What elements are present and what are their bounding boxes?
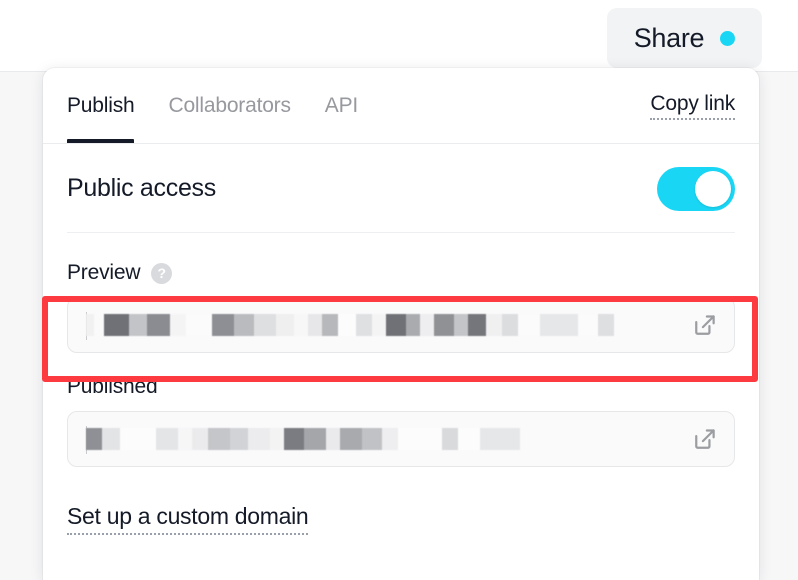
redacted-block	[178, 428, 192, 450]
redacted-block	[248, 428, 270, 450]
popover-body: Public access Preview ? Published Set up…	[43, 144, 759, 535]
redacted-block	[230, 428, 248, 450]
redacted-block	[386, 314, 406, 336]
open-preview-external-icon[interactable]	[690, 310, 720, 340]
redacted-block	[129, 314, 147, 336]
published-heading: Published	[67, 353, 735, 411]
redacted-block	[442, 428, 458, 450]
redacted-block	[94, 314, 104, 336]
redacted-block	[420, 314, 434, 336]
redacted-block	[276, 314, 294, 336]
preview-heading: Preview ?	[67, 233, 735, 297]
redacted-block	[502, 314, 518, 336]
redacted-block	[270, 428, 284, 450]
tab-api[interactable]: API	[325, 68, 358, 144]
redacted-block	[294, 314, 308, 336]
tab-publish-label: Publish	[67, 94, 135, 117]
custom-domain-link[interactable]: Set up a custom domain	[67, 503, 309, 535]
redacted-block	[186, 314, 212, 336]
redacted-block	[540, 314, 578, 336]
redacted-block	[254, 314, 276, 336]
tab-collaborators-label: Collaborators	[168, 94, 291, 117]
redacted-block	[356, 314, 372, 336]
redacted-block	[120, 428, 156, 450]
redacted-block	[208, 428, 230, 450]
custom-domain-link-label: Set up a custom domain	[67, 503, 309, 529]
redacted-block	[212, 314, 234, 336]
public-access-toggle[interactable]	[657, 166, 735, 211]
redacted-block	[406, 314, 420, 336]
preview-url-field[interactable]	[67, 297, 735, 353]
redacted-block	[598, 314, 614, 336]
published-url-field[interactable]	[67, 411, 735, 467]
redacted-block	[434, 314, 454, 336]
tab-publish[interactable]: Publish	[67, 68, 135, 144]
tab-api-label: API	[324, 94, 359, 117]
redacted-block	[170, 314, 186, 336]
redacted-block	[340, 428, 362, 450]
redacted-block	[304, 428, 326, 450]
redacted-block	[192, 428, 208, 450]
share-popover: Publish Collaborators API Copy link Publ…	[43, 68, 759, 580]
redacted-block	[338, 314, 356, 336]
help-question-icon[interactable]: ?	[151, 262, 173, 284]
redacted-block	[86, 314, 94, 336]
preview-label: Preview	[67, 261, 141, 284]
redacted-block	[322, 314, 338, 336]
tab-collaborators[interactable]: Collaborators	[168, 68, 290, 144]
published-label: Published	[67, 375, 158, 398]
redacted-block	[104, 314, 129, 336]
redacted-block	[518, 314, 540, 336]
screen: Share Publish Collaborators API Copy lin…	[0, 0, 798, 580]
redacted-block	[458, 428, 480, 450]
redacted-block	[147, 314, 170, 336]
redacted-block	[454, 314, 468, 336]
tab-list: Publish Collaborators API	[67, 68, 358, 144]
share-button[interactable]: Share	[607, 8, 762, 68]
redacted-block	[382, 428, 398, 450]
redacted-block	[468, 314, 486, 336]
redacted-block	[362, 428, 382, 450]
preview-url-redacted-value	[86, 314, 680, 336]
redacted-block	[234, 314, 254, 336]
redacted-block	[480, 428, 520, 450]
public-access-row: Public access	[67, 144, 735, 233]
published-url-redacted-value	[86, 428, 680, 450]
redacted-block	[486, 314, 502, 336]
toggle-knob	[695, 170, 731, 207]
redacted-block	[578, 314, 598, 336]
redacted-block	[284, 428, 304, 450]
open-published-external-icon[interactable]	[690, 424, 720, 454]
popover-tabbar: Publish Collaborators API Copy link	[43, 68, 759, 144]
redacted-block	[398, 428, 442, 450]
public-access-divider	[67, 232, 735, 233]
published-indicator-dot-icon	[720, 30, 736, 46]
redacted-block	[308, 314, 322, 336]
redacted-block	[156, 428, 178, 450]
copy-link-label: Copy link	[650, 92, 735, 115]
public-access-label: Public access	[67, 174, 216, 202]
copy-link-button[interactable]: Copy link	[650, 92, 735, 120]
share-button-label: Share	[633, 22, 705, 53]
redacted-block	[372, 314, 386, 336]
redacted-block	[102, 428, 120, 450]
redacted-block	[86, 428, 102, 450]
redacted-block	[326, 428, 340, 450]
